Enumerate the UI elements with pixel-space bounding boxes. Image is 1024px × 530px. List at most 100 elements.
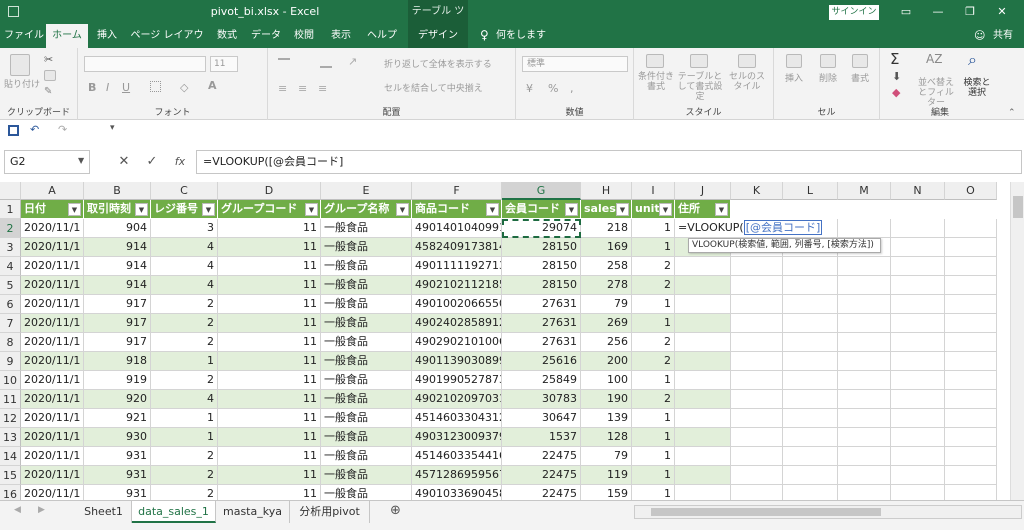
tab-design[interactable]: デザイン (408, 24, 468, 48)
empty-cell[interactable] (783, 466, 838, 485)
close-icon[interactable]: ✕ (986, 0, 1018, 24)
vscroll-thumb[interactable] (1013, 196, 1023, 218)
table-cell[interactable]: 一般食品 (321, 238, 412, 257)
table-cell[interactable]: 2 (151, 295, 218, 314)
table-cell[interactable]: 一般食品 (321, 314, 412, 333)
filter-dropdown-icon[interactable]: ▼ (305, 203, 318, 216)
table-cell[interactable]: 119 (581, 466, 632, 485)
empty-cell[interactable] (891, 352, 945, 371)
table-cell[interactable]: 22475 (502, 485, 581, 500)
tab-home[interactable]: ホーム (46, 24, 88, 48)
table-header-cell[interactable]: 住所 ▼ (675, 200, 731, 219)
row-header[interactable]: 5 (0, 276, 21, 295)
table-cell[interactable]: 1 (632, 219, 675, 238)
row-header[interactable]: 11 (0, 390, 21, 409)
table-cell[interactable]: 一般食品 (321, 276, 412, 295)
table-cell[interactable]: 1 (632, 409, 675, 428)
table-cell[interactable]: 4901990527873 (412, 371, 502, 390)
table-cell[interactable]: 28150 (502, 257, 581, 276)
empty-cell[interactable] (838, 219, 891, 238)
paste-icon[interactable] (10, 54, 30, 76)
table-cell[interactable]: 4901401040991 (412, 219, 502, 238)
maximize-icon[interactable]: ❐ (954, 0, 986, 24)
table-cell[interactable]: 79 (581, 295, 632, 314)
align-bottom-icon[interactable] (320, 58, 332, 68)
empty-cell[interactable] (783, 295, 838, 314)
address-cell[interactable] (675, 447, 731, 466)
column-header[interactable]: I (632, 182, 675, 200)
table-cell[interactable]: 919 (84, 371, 151, 390)
table-cell[interactable]: 11 (218, 314, 321, 333)
empty-cell[interactable] (731, 276, 783, 295)
row-header[interactable]: 8 (0, 333, 21, 352)
share-button[interactable]: 共有 (986, 24, 1020, 48)
table-cell[interactable]: 25616 (502, 352, 581, 371)
table-cell[interactable]: 22475 (502, 447, 581, 466)
table-cell[interactable]: 一般食品 (321, 295, 412, 314)
delete-cells-button[interactable]: 削除 (812, 74, 844, 84)
clear-icon[interactable]: ◆ (892, 86, 900, 99)
table-cell[interactable]: 一般食品 (321, 352, 412, 371)
empty-cell[interactable] (945, 314, 997, 333)
ribbon-display-icon[interactable]: ▭ (890, 0, 922, 24)
table-header-cell[interactable]: unit ▼ (632, 200, 675, 219)
table-cell[interactable]: 258 (581, 257, 632, 276)
format-table-icon[interactable] (690, 54, 708, 68)
table-cell[interactable]: 11 (218, 257, 321, 276)
table-cell[interactable]: 一般食品 (321, 466, 412, 485)
autosum-icon[interactable]: Σ (890, 50, 899, 68)
empty-cell[interactable] (783, 390, 838, 409)
row-header[interactable]: 16 (0, 485, 21, 500)
address-cell[interactable] (675, 466, 731, 485)
empty-cell[interactable] (891, 390, 945, 409)
empty-cell[interactable] (838, 257, 891, 276)
empty-cell[interactable] (891, 238, 945, 257)
column-header[interactable]: A (21, 182, 84, 200)
sheet-tab-masta-kya[interactable]: masta_kya (216, 501, 290, 523)
address-cell[interactable] (675, 314, 731, 333)
filter-dropdown-icon[interactable]: ▼ (486, 203, 499, 216)
table-cell[interactable]: 一般食品 (321, 390, 412, 409)
format-table-button[interactable]: テーブルとして書式設定 (676, 72, 724, 102)
empty-cell[interactable] (783, 352, 838, 371)
cond-format-icon[interactable] (646, 54, 664, 68)
empty-cell[interactable] (891, 447, 945, 466)
table-cell[interactable]: 2020/11/1 (21, 371, 84, 390)
table-cell[interactable]: 2020/11/1 (21, 276, 84, 295)
table-cell[interactable]: 914 (84, 257, 151, 276)
enter-icon[interactable]: ✓ (142, 150, 162, 174)
column-header[interactable]: C (151, 182, 218, 200)
qat-customize-icon[interactable]: ▾ (110, 123, 115, 133)
hscroll-thumb[interactable] (651, 508, 881, 516)
select-all-corner[interactable] (0, 182, 21, 200)
empty-cell[interactable] (731, 371, 783, 390)
table-cell[interactable]: 11 (218, 295, 321, 314)
empty-cell[interactable] (783, 428, 838, 447)
table-cell[interactable]: 278 (581, 276, 632, 295)
empty-cell[interactable] (731, 466, 783, 485)
search-icon[interactable]: ⌕ (968, 50, 977, 70)
lightbulb-icon[interactable]: ♀ (480, 28, 489, 42)
table-cell[interactable]: 1 (151, 352, 218, 371)
table-header-cell[interactable]: グループ名称 ▼ (321, 200, 412, 219)
table-cell[interactable]: 1 (632, 314, 675, 333)
filter-dropdown-icon[interactable]: ▼ (135, 203, 148, 216)
cond-format-button[interactable]: 条件付き書式 (638, 72, 674, 92)
table-cell[interactable]: 28150 (502, 238, 581, 257)
table-cell[interactable]: 2020/11/1 (21, 447, 84, 466)
table-cell[interactable]: 11 (218, 238, 321, 257)
table-cell[interactable]: 一般食品 (321, 257, 412, 276)
empty-cell[interactable] (731, 295, 783, 314)
empty-cell[interactable] (891, 257, 945, 276)
insert-cells-button[interactable]: 挿入 (778, 74, 810, 84)
empty-cell[interactable] (731, 485, 783, 500)
number-format-select[interactable]: 標準 (522, 56, 628, 72)
empty-cell[interactable] (838, 466, 891, 485)
empty-cell[interactable] (838, 333, 891, 352)
column-header[interactable]: F (412, 182, 502, 200)
table-cell[interactable]: 200 (581, 352, 632, 371)
empty-cell[interactable] (945, 333, 997, 352)
empty-cell[interactable] (891, 219, 945, 238)
next-sheet-icon[interactable]: ▶ (38, 505, 45, 515)
minimize-icon[interactable]: — (922, 0, 954, 24)
